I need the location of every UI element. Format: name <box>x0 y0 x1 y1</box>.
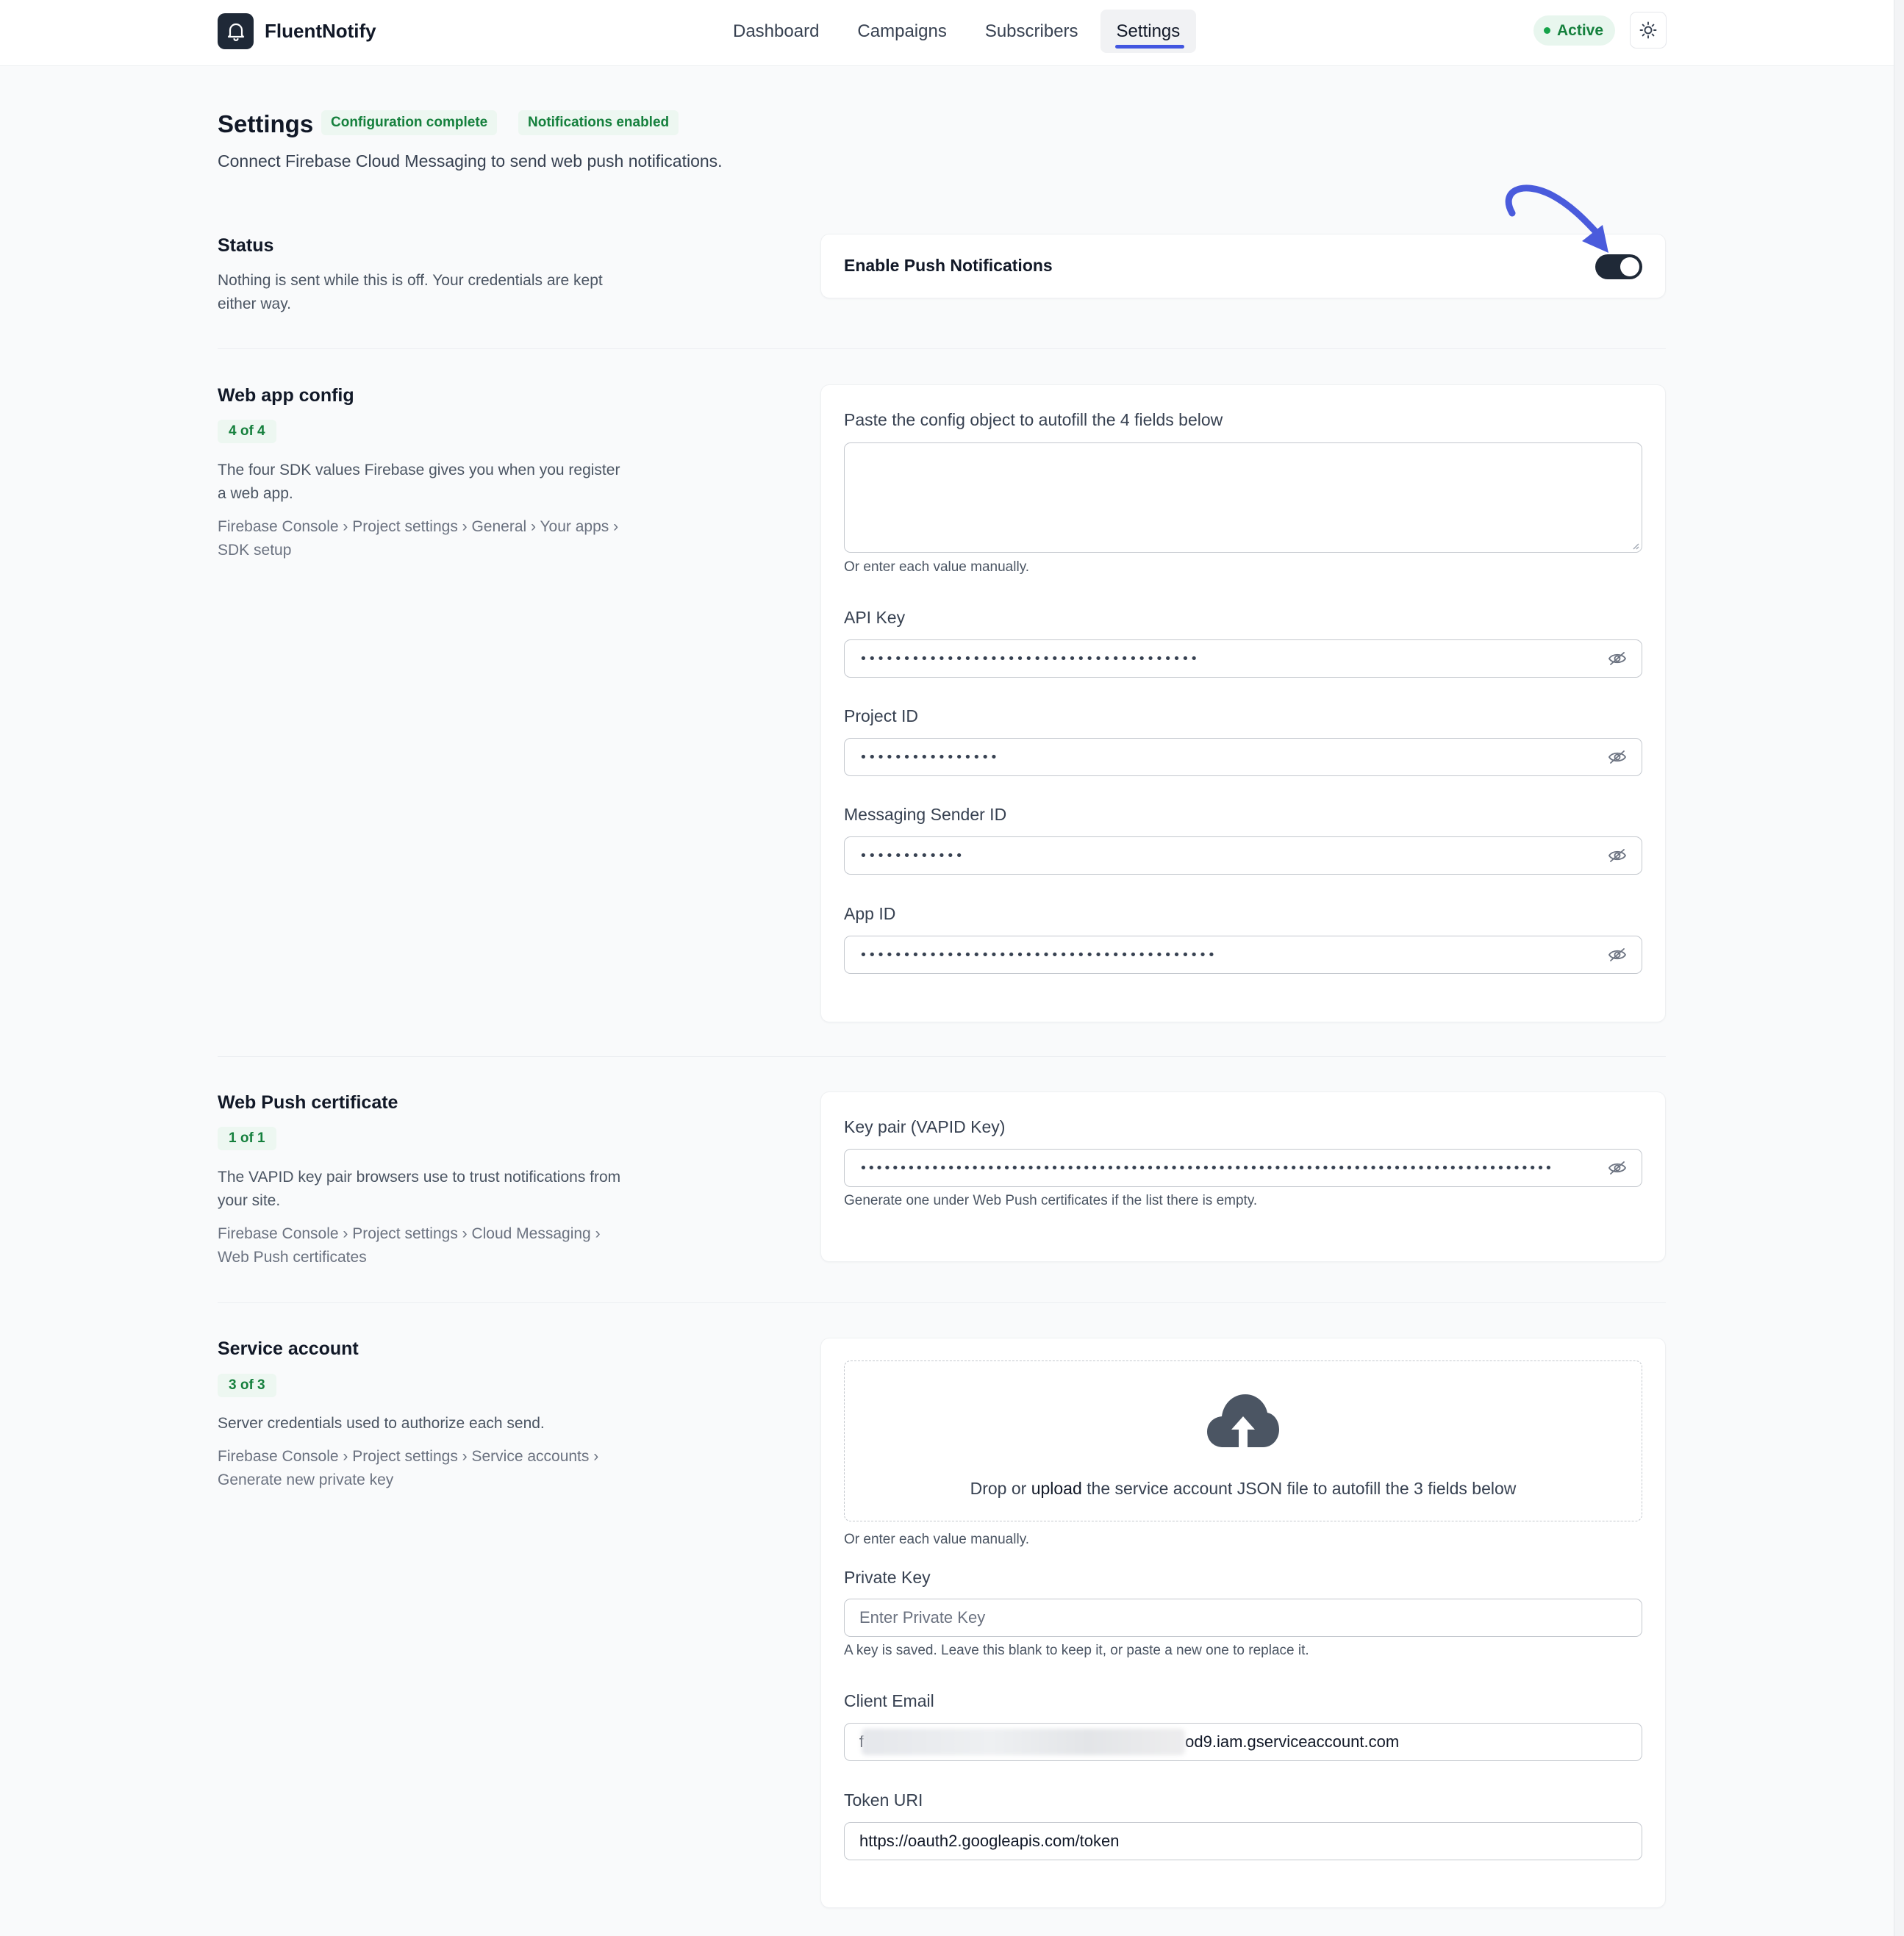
project-id-input[interactable]: •••••••••••••••• <box>844 738 1642 776</box>
client-email-label: Client Email <box>844 1691 934 1710</box>
eye-off-icon[interactable] <box>1608 847 1627 864</box>
web-push-cert-path: Firebase Console › Project settings › Cl… <box>218 1225 601 1266</box>
web-push-cert-count-badge: 1 of 1 <box>218 1127 276 1150</box>
token-uri-input[interactable]: https://oauth2.googleapis.com/token <box>844 1822 1642 1860</box>
window-scrollbar-strip <box>1894 0 1904 1936</box>
web-push-cert-title: Web Push certificate <box>218 1092 398 1113</box>
service-account-count-badge: 3 of 3 <box>218 1374 276 1397</box>
redacted-blur <box>862 1729 1186 1755</box>
manual-entry-hint: Or enter each value manually. <box>844 559 1030 575</box>
brand[interactable]: FluentNotify <box>218 13 376 49</box>
service-account-description: Server credentials used to authorize eac… <box>218 1415 545 1432</box>
eye-off-icon[interactable] <box>1608 749 1627 765</box>
nav-dashboard[interactable]: Dashboard <box>717 10 835 53</box>
web-app-config-path: Firebase Console › Project settings › Ge… <box>218 518 619 559</box>
divider <box>218 348 1666 349</box>
private-key-placeholder: Enter Private Key <box>859 1608 986 1627</box>
messaging-sender-id-label: Messaging Sender ID <box>844 805 1007 824</box>
eye-off-icon[interactable] <box>1608 947 1627 963</box>
api-key-masked-value: ••••••••••••••••••••••••••••••••••••••• <box>859 650 1199 667</box>
app-id-input[interactable]: ••••••••••••••••••••••••••••••••••••••••… <box>844 936 1642 974</box>
token-uri-value: https://oauth2.googleapis.com/token <box>859 1832 1120 1850</box>
web-push-cert-description: The VAPID key pair browsers use to trust… <box>218 1169 621 1209</box>
brand-name: FluentNotify <box>265 20 376 42</box>
paste-config-textarea[interactable] <box>844 442 1642 553</box>
service-account-dropzone[interactable]: Drop or upload the service account JSON … <box>844 1360 1642 1521</box>
eye-off-icon[interactable] <box>1608 650 1627 667</box>
status-badge: Active <box>1533 15 1616 46</box>
theme-toggle-button[interactable] <box>1630 12 1667 49</box>
web-app-config-title: Web app config <box>218 385 354 406</box>
client-email-input[interactable]: f od9.iam.gserviceaccount.com <box>844 1723 1642 1761</box>
messaging-sender-id-masked-value: •••••••••••• <box>859 847 964 864</box>
service-account-title: Service account <box>218 1338 359 1359</box>
token-uri-label: Token URI <box>844 1790 923 1810</box>
project-id-label: Project ID <box>844 706 918 725</box>
tag-configuration-complete: Configuration complete <box>321 110 498 135</box>
bell-icon <box>218 13 254 49</box>
dropzone-text: Drop or upload the service account JSON … <box>845 1479 1642 1499</box>
web-app-config-count-badge: 4 of 4 <box>218 420 276 443</box>
service-account-manual-hint: Or enter each value manually. <box>844 1532 1030 1547</box>
sun-icon <box>1639 21 1657 39</box>
divider <box>218 1056 1666 1057</box>
dropzone-prefix: Drop or <box>970 1479 1027 1498</box>
status-section-description: Nothing is sent while this is off. Your … <box>218 272 603 312</box>
messaging-sender-id-input[interactable]: •••••••••••• <box>844 836 1642 875</box>
toggle-knob <box>1620 257 1639 276</box>
app-id-label: App ID <box>844 904 896 923</box>
private-key-label: Private Key <box>844 1568 931 1587</box>
enable-push-label: Enable Push Notifications <box>844 256 1053 275</box>
divider <box>218 1302 1666 1303</box>
project-id-masked-value: •••••••••••••••• <box>859 749 999 765</box>
app-id-masked-value: ••••••••••••••••••••••••••••••••••••••••… <box>859 947 1217 963</box>
top-navbar: FluentNotify Dashboard Campaigns Subscri… <box>0 0 1894 66</box>
enable-push-toggle[interactable] <box>1595 254 1642 279</box>
main-nav: Dashboard Campaigns Subscribers Settings <box>717 10 1197 53</box>
nav-subscribers[interactable]: Subscribers <box>969 10 1095 53</box>
vapid-key-input[interactable]: ••••••••••••••••••••••••••••••••••••••••… <box>844 1149 1642 1187</box>
private-key-input[interactable]: Enter Private Key <box>844 1599 1642 1637</box>
private-key-hint: A key is saved. Leave this blank to keep… <box>844 1643 1309 1658</box>
tag-notifications-enabled: Notifications enabled <box>518 110 679 135</box>
resize-grip-icon[interactable] <box>1631 541 1639 550</box>
cloud-upload-icon <box>1207 1394 1279 1447</box>
vapid-key-hint: Generate one under Web Push certificates… <box>844 1193 1258 1208</box>
vapid-key-label: Key pair (VAPID Key) <box>844 1117 1006 1136</box>
nav-settings[interactable]: Settings <box>1100 10 1197 53</box>
vapid-key-masked-value: ••••••••••••••••••••••••••••••••••••••••… <box>859 1160 1553 1176</box>
annotation-arrow-icon <box>1505 184 1608 253</box>
api-key-input[interactable]: ••••••••••••••••••••••••••••••••••••••• <box>844 639 1642 678</box>
status-section-title: Status <box>218 235 274 256</box>
service-account-path: Firebase Console › Project settings › Se… <box>218 1448 599 1488</box>
dropzone-suffix: the service account JSON file to autofil… <box>1087 1479 1517 1498</box>
page-subtitle: Connect Firebase Cloud Messaging to send… <box>218 151 723 171</box>
client-email-suffix: od9.iam.gserviceaccount.com <box>1185 1732 1400 1751</box>
status-badge-label: Active <box>1557 21 1604 39</box>
upload-link[interactable]: upload <box>1031 1479 1082 1498</box>
paste-config-label: Paste the config object to autofill the … <box>844 410 1223 429</box>
eye-off-icon[interactable] <box>1608 1160 1627 1176</box>
nav-campaigns[interactable]: Campaigns <box>841 10 962 53</box>
status-dot-icon <box>1544 27 1550 34</box>
api-key-label: API Key <box>844 608 906 627</box>
web-app-config-description: The four SDK values Firebase gives you w… <box>218 462 620 502</box>
page-title: Settings <box>218 110 314 137</box>
